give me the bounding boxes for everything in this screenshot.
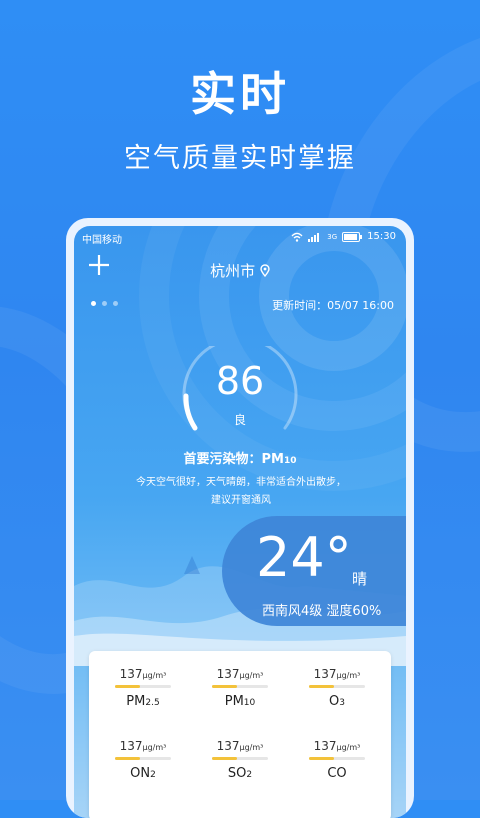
update-time: 更新时间：05/07 16:00 bbox=[272, 297, 394, 313]
pollutant-name: SO bbox=[227, 766, 247, 781]
pollutant-value: 137 bbox=[119, 739, 143, 753]
battery-icon bbox=[342, 231, 363, 242]
update-value: 05/07 16:00 bbox=[327, 299, 394, 312]
wind-humidity: 西南风4级 湿度60% bbox=[262, 600, 381, 619]
page-dot-active bbox=[91, 301, 96, 306]
pollutant-unit: μg/m³ bbox=[239, 671, 264, 680]
pollutant-name: CO bbox=[327, 766, 347, 781]
pollutant-bar-fill bbox=[309, 757, 335, 760]
pollutant-unit: μg/m³ bbox=[336, 671, 361, 680]
pollutant-bar bbox=[309, 685, 365, 688]
location-pin-icon bbox=[260, 264, 270, 278]
pollutant-bar bbox=[115, 685, 171, 688]
pollutant-value: 137 bbox=[313, 667, 337, 681]
pollutant-bar bbox=[309, 757, 365, 760]
phone-frame: 中国移动 3G 15:30 杭州市 更新时间：05/07 16:00 86 良 … bbox=[66, 218, 414, 818]
pollutant-bar-fill bbox=[212, 757, 238, 760]
page-dot bbox=[113, 301, 118, 306]
update-label: 更新时间： bbox=[272, 299, 328, 312]
pollutant-cell[interactable]: 137μg/m³ O3 bbox=[297, 667, 377, 709]
pollutant-bar bbox=[212, 757, 268, 760]
pollutant-unit: μg/m³ bbox=[336, 743, 361, 752]
promo-title: 实时 bbox=[190, 67, 290, 121]
signal-icon bbox=[308, 232, 320, 242]
wifi-icon bbox=[291, 232, 303, 242]
city-selector[interactable]: 杭州市 bbox=[74, 260, 406, 281]
pollutant-bar-fill bbox=[309, 685, 335, 688]
pollutant-bar bbox=[115, 757, 171, 760]
status-bar: 中国移动 3G 15:30 bbox=[82, 231, 396, 247]
pollutant-bar-fill bbox=[115, 685, 141, 688]
city-name: 杭州市 bbox=[210, 262, 256, 280]
pollutant-card: 137μg/m³ PM2.5 137μg/m³ PM10 137μg/m³ O3… bbox=[89, 651, 391, 818]
pollutant-cell[interactable]: 137μg/m³ SO2 bbox=[200, 739, 280, 781]
aqi-level: 良 bbox=[233, 413, 246, 427]
pollutant-sub: 2 bbox=[246, 770, 253, 780]
pollutant-value: 137 bbox=[313, 739, 337, 753]
weather-condition: 晴 bbox=[352, 570, 368, 588]
pollutant-bar-fill bbox=[115, 757, 141, 760]
pollutant-cell[interactable]: 137μg/m³ ON2 bbox=[103, 739, 183, 781]
pollutant-unit: μg/m³ bbox=[239, 743, 264, 752]
status-time: 15:30 bbox=[367, 231, 396, 242]
primary-pollutant-name: PM bbox=[261, 452, 284, 467]
pollutant-cell[interactable]: 137μg/m³ CO bbox=[297, 739, 377, 781]
pollutant-sub: 2.5 bbox=[145, 698, 160, 708]
pollutant-bar-fill bbox=[212, 685, 238, 688]
pollutant-sub: 2 bbox=[150, 770, 156, 780]
pollutant-sub: 10 bbox=[243, 698, 256, 708]
air-description: 今天空气很好，天气晴朗，非常适合外出散步，建议开窗通风 bbox=[136, 477, 346, 506]
promo-subtitle: 空气质量实时掌握 bbox=[124, 143, 356, 174]
pollutant-value: 137 bbox=[119, 667, 143, 681]
pollutant-value: 137 bbox=[216, 667, 240, 681]
primary-pollutant-label: 首要污染物： bbox=[183, 452, 262, 467]
pollutant-name: PM bbox=[224, 694, 244, 709]
primary-pollutant-sub: 10 bbox=[283, 456, 297, 466]
pollutant-name: ON bbox=[130, 766, 151, 781]
network-type: 3G bbox=[327, 232, 338, 241]
wind-info: 西南风4级 bbox=[262, 604, 323, 619]
pollutant-unit: μg/m³ bbox=[142, 743, 167, 752]
pollutant-cell[interactable]: 137μg/m³ PM2.5 bbox=[103, 667, 183, 709]
pollutant-cell[interactable]: 137μg/m³ PM10 bbox=[200, 667, 280, 709]
pollutant-sub: 3 bbox=[339, 698, 345, 708]
pollutant-bar bbox=[212, 685, 268, 688]
page-indicator bbox=[91, 301, 118, 306]
pollutant-name: PM bbox=[126, 694, 146, 709]
primary-pollutant: 首要污染物：PM10 bbox=[74, 448, 406, 467]
app-screen: 中国移动 3G 15:30 杭州市 更新时间：05/07 16:00 86 良 … bbox=[74, 226, 406, 818]
pollutant-name: O bbox=[329, 694, 340, 709]
humidity-info: 湿度60% bbox=[326, 604, 382, 619]
temperature: 24° bbox=[256, 526, 352, 589]
pollutant-value: 137 bbox=[216, 739, 240, 753]
aqi-value: 86 bbox=[215, 359, 265, 403]
carrier-label: 中国移动 bbox=[82, 235, 122, 246]
page-dot bbox=[102, 301, 107, 306]
pollutant-unit: μg/m³ bbox=[142, 671, 167, 680]
